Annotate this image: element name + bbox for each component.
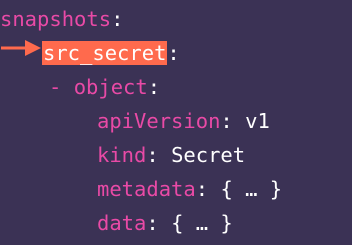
yaml-key: object bbox=[73, 75, 148, 99]
yaml-key: kind bbox=[97, 143, 147, 167]
yaml-value: Secret bbox=[171, 143, 246, 167]
yaml-colon: : bbox=[111, 7, 124, 31]
yaml-list-dash: - bbox=[49, 75, 62, 99]
yaml-colon: : bbox=[220, 109, 233, 133]
code-line-src-secret: src_secret: bbox=[42, 36, 180, 70]
yaml-key: apiVersion bbox=[97, 109, 221, 133]
yaml-value: v1 bbox=[245, 109, 270, 133]
yaml-key: data bbox=[97, 211, 147, 235]
yaml-colon: : bbox=[146, 143, 159, 167]
code-line-apiversion: apiVersion: v1 bbox=[97, 104, 270, 138]
highlighted-yaml-key: src_secret bbox=[42, 41, 168, 65]
code-line-snapshots: snapshots: bbox=[0, 2, 123, 36]
code-line-kind: kind: Secret bbox=[97, 138, 245, 172]
code-line-object: - object: bbox=[49, 70, 160, 104]
yaml-colon: : bbox=[167, 41, 180, 65]
code-line-data: data: { … } bbox=[97, 206, 233, 240]
code-line-metadata: metadata: { … } bbox=[97, 172, 282, 206]
yaml-colon: : bbox=[146, 211, 159, 235]
yaml-colon: : bbox=[147, 75, 161, 99]
yaml-collapsed-value: { … } bbox=[220, 177, 283, 201]
yaml-key: metadata bbox=[97, 177, 196, 201]
yaml-key: snapshots bbox=[0, 7, 112, 31]
yaml-code-block: snapshots: src_secret: - object: apiVers… bbox=[0, 0, 352, 245]
yaml-collapsed-value: { … } bbox=[171, 211, 233, 235]
yaml-colon: : bbox=[195, 177, 209, 201]
arrow-right-icon bbox=[1, 40, 41, 56]
